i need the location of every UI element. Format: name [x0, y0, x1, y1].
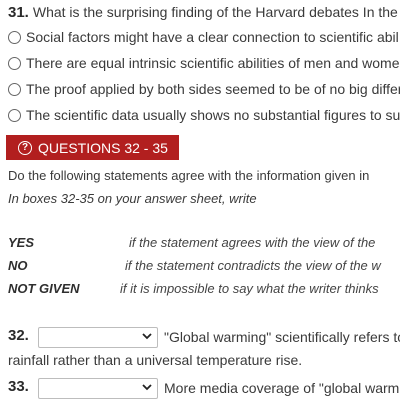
question-33-select[interactable] — [38, 378, 158, 399]
radio-button[interactable] — [8, 108, 21, 122]
question-32-statement: "Global warming" scientifically refers t… — [164, 329, 400, 345]
question-text: What is the surprising finding of the Ha… — [32, 4, 398, 20]
question-31-header: 31. What is the surprising finding of the… — [8, 4, 398, 21]
option-label: The scientific data usually shows no sub… — [26, 107, 400, 123]
option-label: There are equal intrinsic scientific abi… — [26, 55, 400, 71]
instructions-line: Do the following statements agree with t… — [8, 168, 370, 183]
option-c[interactable]: The proof applied by both sides seemed t… — [8, 81, 400, 97]
key-no: NO — [8, 258, 28, 273]
question-32-number: 32. — [8, 327, 29, 344]
option-b[interactable]: There are equal intrinsic scientific abi… — [8, 55, 400, 71]
chevron-down-icon — [142, 384, 152, 391]
banner-label: QUESTIONS 32 - 35 — [38, 139, 168, 156]
question-32-select[interactable] — [38, 327, 158, 348]
question-number: 31. — [8, 4, 29, 21]
option-label: The proof applied by both sides seemed t… — [26, 81, 400, 97]
radio-button[interactable] — [8, 30, 21, 44]
questions-section-banner: ? QUESTIONS 32 - 35 — [6, 135, 179, 160]
question-32-statement-cont: rainfall rather than a universal tempera… — [8, 352, 303, 368]
radio-button[interactable] — [8, 82, 21, 96]
option-a[interactable]: Social factors might have a clear connec… — [8, 29, 399, 45]
question-mark-icon: ? — [18, 140, 32, 155]
key-yes-desc: if the statement agrees with the view of… — [129, 235, 376, 250]
key-no-desc: if the statement contradicts the view of… — [125, 258, 381, 273]
option-label: Social factors might have a clear connec… — [26, 29, 399, 45]
question-33-number: 33. — [8, 378, 29, 395]
key-not-given-desc: if it is impossible to say what the writ… — [120, 281, 379, 296]
key-not-given: NOT GIVEN — [8, 281, 80, 296]
chevron-down-icon — [142, 333, 152, 340]
radio-button[interactable] — [8, 56, 21, 70]
option-d[interactable]: The scientific data usually shows no sub… — [8, 107, 400, 123]
key-yes: YES — [8, 235, 35, 250]
question-33-statement: More media coverage of "global warm — [164, 380, 400, 396]
instructions-answer-sheet: In boxes 32-35 on your answer sheet, wri… — [8, 191, 257, 206]
